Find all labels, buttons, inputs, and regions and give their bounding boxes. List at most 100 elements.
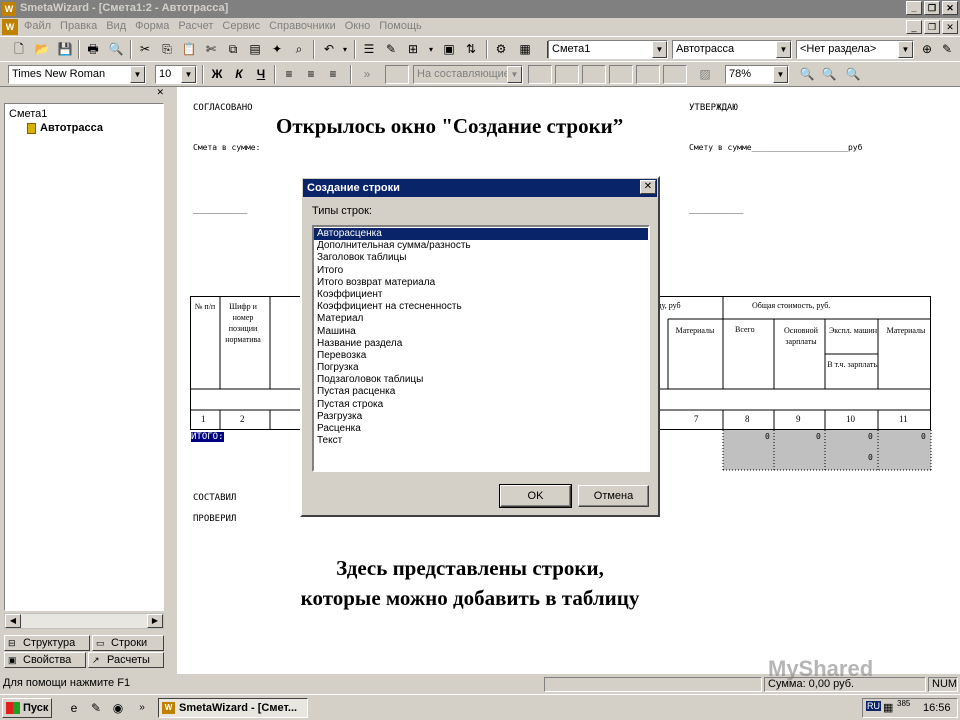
copy-row-icon[interactable]: ⧉ [224,41,242,58]
tree-hscroll[interactable]: ◀ ▶ [4,613,164,629]
cut-icon[interactable]: ✂ [136,41,154,58]
quicklaunch-more-icon[interactable]: » [134,700,150,716]
close-button[interactable]: ✕ [942,1,958,15]
scroll-left-icon[interactable]: ◀ [5,614,21,628]
row-type-item[interactable]: Коэффициент на стесненность [314,301,648,313]
taskbar-app-button[interactable]: W SmetaWizard - [Смет... [158,698,308,718]
font-combo[interactable]: Times New Roman ▼ [8,65,146,84]
list-icon[interactable]: ☰ [360,41,378,58]
tray-counter[interactable]: 385 [897,699,910,708]
insert-row-icon[interactable]: ⊞ [404,41,422,58]
menu-form[interactable]: Форма [135,20,169,32]
tab-calcs[interactable]: ↗ Расчеты [88,652,164,668]
menu-references[interactable]: Справочники [269,20,336,32]
row-type-item[interactable]: Текст [314,435,648,447]
section-combo[interactable]: <Нет раздела> ▼ [796,40,914,59]
menu-calc[interactable]: Расчет [178,20,213,32]
row-type-item[interactable]: Пустая расценка [314,386,648,398]
doc-minimize-button[interactable]: _ [906,20,922,34]
section-edit-icon[interactable]: ✎ [938,41,956,58]
browser-icon[interactable]: ◉ [110,700,126,716]
doc-close-button[interactable]: ✕ [942,20,958,34]
clock[interactable]: 16:56 [923,702,951,714]
row-type-item[interactable]: Итого [314,265,648,277]
minimize-button[interactable]: _ [906,1,922,15]
row-type-item[interactable]: Перевозка [314,350,648,362]
paste-row-icon[interactable]: ▤ [246,41,264,58]
bold-button[interactable]: Ж [208,66,226,83]
panel-close-icon[interactable]: ✕ [156,87,164,98]
zoom-out-icon[interactable]: 🔍 [820,66,838,83]
row-type-item[interactable]: Разгрузка [314,411,648,423]
document-icon[interactable]: W [2,19,18,35]
save-icon[interactable]: 💾 [56,41,74,58]
undo-icon[interactable]: ↶ [320,41,338,58]
preview-icon[interactable]: 🔍 [107,41,125,58]
quick-launch-icon[interactable]: ✎ [88,700,104,716]
start-button[interactable]: Пуск [2,698,52,718]
scroll-right-icon[interactable]: ▶ [147,614,163,628]
find-icon[interactable]: ⌕ [290,41,308,58]
copy-icon[interactable]: ⎘ [158,41,176,58]
menu-window[interactable]: Окно [345,20,371,32]
row-type-item[interactable]: Расценка [314,423,648,435]
calc-disabled-icon[interactable]: ▨ [696,66,714,83]
ie-icon[interactable]: e [66,700,82,716]
calculator-icon[interactable]: ▦ [516,41,534,58]
section-add-icon[interactable]: ⊕ [918,41,936,58]
edit-icon[interactable]: ✎ [382,41,400,58]
insert-dropdown-icon[interactable]: ▾ [426,41,436,58]
components-combo[interactable]: На составляющие ▼ [413,65,523,84]
ok-button[interactable]: OK [499,484,572,508]
row-type-item[interactable]: Итого возврат материала [314,277,648,289]
row-type-item[interactable]: Машина [314,326,648,338]
window-icon[interactable]: ▣ [440,41,458,58]
smeta-combo[interactable]: Смета1 ▼ [548,40,668,59]
paste-icon[interactable]: 📋 [180,41,198,58]
print-icon[interactable]: 🖶 [84,41,102,58]
sort-icon[interactable]: ⇅ [462,41,480,58]
row-type-item[interactable]: Авторасценка [314,228,648,241]
row-type-item[interactable]: Погрузка [314,362,648,374]
object-combo[interactable]: Автотрасса ▼ [672,40,792,59]
row-types-list[interactable]: Авторасценка Дополнительная сумма/разнос… [312,225,650,472]
row-type-item[interactable]: Подзаголовок таблицы [314,374,648,386]
tree-item-object[interactable]: Автотрасса [27,122,103,134]
tab-properties[interactable]: ▣ Свойства [4,652,86,668]
menu-help[interactable]: Помощь [379,20,422,32]
menu-edit[interactable]: Правка [60,20,97,32]
font-size-combo[interactable]: 10 ▼ [155,65,197,84]
structure-tree[interactable]: Смета1 Автотрасса [4,103,164,611]
cut-row-icon[interactable]: ✄ [202,41,220,58]
tree-root-smeta[interactable]: Смета1 [9,108,47,120]
tab-rows[interactable]: ▭ Строки [92,635,164,651]
zoom-fit-icon[interactable]: 🔍 [844,66,862,83]
row-type-item[interactable]: Коэффициент [314,289,648,301]
row-type-item[interactable]: Дополнительная сумма/разность [314,240,648,252]
format-icon[interactable]: ✦ [268,41,286,58]
menu-file[interactable]: Файл [24,20,51,32]
menu-service[interactable]: Сервис [222,20,260,32]
doc-restore-button[interactable]: ❐ [924,20,940,34]
settings-icon[interactable]: ⚙ [492,41,510,58]
zoom-in-icon[interactable]: 🔍 [798,66,816,83]
new-icon[interactable]: 🗋 [10,41,28,58]
open-icon[interactable]: 📂 [33,41,51,58]
row-type-item[interactable]: Название раздела [314,338,648,350]
tab-structure[interactable]: ⊟ Структура [4,635,90,651]
align-center-icon[interactable]: ≡ [302,66,320,83]
italic-button[interactable]: К [230,66,248,83]
align-right-icon[interactable]: ≡ [324,66,342,83]
row-type-item[interactable]: Пустая строка [314,399,648,411]
zoom-combo[interactable]: 78% ▼ [725,65,789,84]
restore-button[interactable]: ❐ [924,1,940,15]
undo-dropdown-icon[interactable]: ▾ [340,41,350,58]
underline-button[interactable]: Ч [252,66,270,83]
row-type-item[interactable]: Материал [314,313,648,325]
expand-icon[interactable]: » [358,66,376,83]
language-indicator[interactable]: RU [866,701,881,711]
cancel-button[interactable]: Отмена [578,485,649,507]
dialog-close-icon[interactable]: ✕ [640,180,656,194]
network-icon[interactable]: ▦ [883,701,893,714]
total-row-label[interactable]: ИТОГО: [191,432,224,442]
